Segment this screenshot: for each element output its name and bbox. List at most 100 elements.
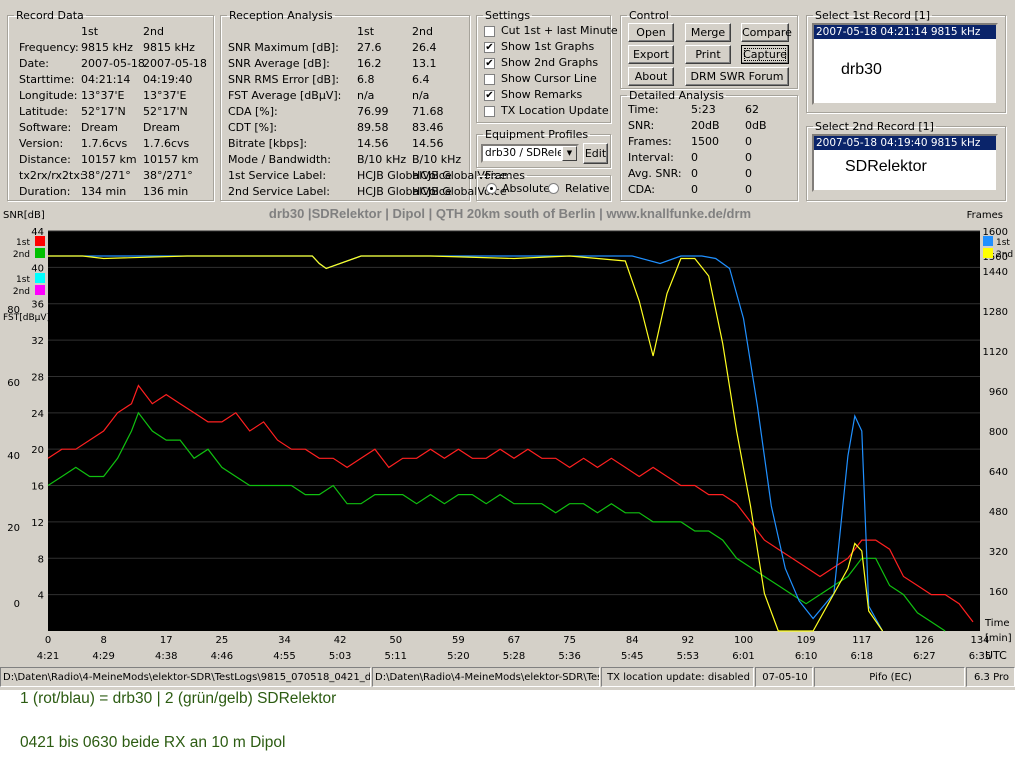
app-window: Record Data 1st 2nd Frequency: 9815 kHz 98… — [0, 0, 1015, 690]
status-tx-update: TX location update: disabled — [601, 667, 754, 687]
reception-row-2-value-2nd: 6.4 — [412, 73, 430, 86]
status-version: 6.3 Pro — [966, 667, 1015, 687]
x-tick-minute: 75 — [563, 635, 576, 646]
reception-row-1-value-1st: 16.2 — [357, 57, 382, 70]
detailed-analysis-title: Detailed Analysis — [629, 89, 724, 102]
x-tick-minute: 42 — [334, 635, 347, 646]
reception-row-6-value-1st: 14.56 — [357, 137, 389, 150]
record-1-listbox[interactable]: 2007-05-18 04:21:14 9815 kHz — [812, 23, 998, 105]
x-tick-time: 5:53 — [677, 651, 699, 662]
x-tick-time: 6:10 — [795, 651, 817, 662]
record-row-8-value-1st: 38°/271° — [81, 169, 131, 182]
x-tick-minute: 59 — [452, 635, 465, 646]
record-row-4-value-1st: 52°17'N — [81, 105, 126, 118]
frames-absolute-radio[interactable] — [486, 183, 497, 194]
settings-checkbox-1[interactable]: ✔ — [484, 42, 495, 53]
edit-profile-button[interactable]: Edit — [583, 143, 608, 164]
record-row-7-value-2nd: 10157 km — [143, 153, 199, 166]
settings-label-3: Show Cursor Line — [501, 72, 597, 85]
settings-checkbox-3[interactable] — [484, 74, 495, 85]
snr-tick-label: 4 — [38, 591, 44, 602]
detailed-row-1-label: SNR: — [628, 119, 655, 132]
x-tick-minute: 67 — [508, 635, 521, 646]
detailed-row-0-value-1st: 5:23 — [691, 103, 716, 116]
snr-tick-label: 40 — [31, 263, 44, 274]
x-tick-minute: 109 — [797, 635, 816, 646]
detailed-row-2-label: Frames: — [628, 135, 672, 148]
merge-button[interactable]: Merge — [685, 23, 731, 42]
frames-tick-label: 1280 — [983, 307, 1008, 318]
reception-row-0-value-2nd: 26.4 — [412, 41, 437, 54]
status-profile: Pifo (EC) — [814, 667, 965, 687]
control-title: Control — [629, 9, 669, 22]
record-1-selected-item[interactable]: 2007-05-18 04:21:14 9815 kHz — [814, 25, 996, 39]
frames-tick-label: 640 — [989, 467, 1008, 478]
reception-row-6-label: Bitrate [kbps]: — [228, 137, 308, 150]
record-1-name: drb30 — [841, 61, 882, 78]
x-tick-minute: 100 — [734, 635, 753, 646]
legend-right-swatch — [983, 236, 993, 246]
export-button[interactable]: Export — [628, 45, 674, 64]
frames-tick-label: 480 — [989, 507, 1008, 518]
record-row-0-value-2nd: 9815 kHz — [143, 41, 195, 54]
x-tick-time: 5:45 — [621, 651, 643, 662]
x-tick-minute: 50 — [389, 635, 402, 646]
settings-checkbox-5[interactable] — [484, 106, 495, 117]
record-row-5-value-2nd: Dream — [143, 121, 180, 134]
x-tick-minute: 84 — [626, 635, 639, 646]
settings-checkbox-2[interactable]: ✔ — [484, 58, 495, 69]
frames-tick-label: 160 — [989, 587, 1008, 598]
record-row-3-value-2nd: 13°37'E — [143, 89, 187, 102]
snr-tick-label: 24 — [31, 409, 44, 420]
equipment-select[interactable]: drb30 / SDRelel ▼ — [481, 144, 579, 163]
reception-row-4-value-1st: 76.99 — [357, 105, 389, 118]
snr-tick-label: 32 — [31, 336, 44, 347]
record-row-6-value-2nd: 1.7.6cvs — [143, 137, 190, 150]
compare-button[interactable]: Compare — [741, 23, 792, 42]
chevron-down-icon[interactable]: ▼ — [562, 146, 577, 161]
drm-swr-forum-button[interactable]: DRM SWR Forum — [685, 67, 789, 86]
frames-tick-label: 320 — [989, 547, 1008, 558]
plot-area[interactable] — [48, 231, 980, 631]
record-col1-header: 1st — [81, 25, 99, 38]
settings-checkbox-0[interactable] — [484, 26, 495, 37]
snr-tick-label: 20 — [31, 445, 44, 456]
reception-col2-header: 2nd — [412, 25, 433, 38]
frames-absolute-label: Absolute — [502, 182, 551, 195]
detailed-row-5-value-2nd: 0 — [745, 183, 752, 196]
legend-left-label: 2nd — [13, 250, 30, 260]
record-2-name: SDRelektor — [845, 158, 927, 175]
detailed-row-3-value-2nd: 0 — [745, 151, 752, 164]
detailed-row-5-value-1st: 0 — [691, 183, 698, 196]
settings-list: Cut 1st + last Minute ✔ Show 1st Graphs ✔ Sh… — [476, 24, 618, 120]
print-button[interactable]: Print — [685, 45, 731, 64]
record-row-1-value-2nd: 2007-05-18 — [143, 57, 207, 70]
frames-relative-radio[interactable] — [548, 183, 559, 194]
reception-row-5-label: CDT [%]: — [228, 121, 278, 134]
detailed-row-4-label: Avg. SNR: — [628, 167, 682, 180]
reception-row-0-value-1st: 27.6 — [357, 41, 382, 54]
settings-label-0: Cut 1st + last Minute — [501, 24, 618, 37]
settings-label-2: Show 2nd Graphs — [501, 56, 599, 69]
x-axis-timezone: UTC — [985, 649, 1007, 662]
capture-button[interactable]: Capture — [741, 45, 789, 64]
about-button[interactable]: About — [628, 67, 674, 86]
reception-row-6-value-2nd: 14.56 — [412, 137, 444, 150]
reception-chart[interactable]: drb30 |SDRelektor | Dipol | QTH 20km sou… — [0, 203, 1015, 665]
open-button[interactable]: Open — [628, 23, 674, 42]
settings-title: Settings — [485, 9, 531, 22]
settings-checkbox-4[interactable]: ✔ — [484, 90, 495, 101]
y-axis-left-label: SNR[dB] — [3, 210, 45, 221]
reception-row-3-value-2nd: n/a — [412, 89, 430, 102]
record-row-2-value-1st: 04:21:14 — [81, 73, 131, 86]
note-line-1: 1 (rot/blau) = drb30 | 2 (grün/gelb) SDR… — [20, 690, 337, 707]
legend-right-label: 1st — [996, 238, 1010, 248]
snr-tick-label: 28 — [31, 372, 44, 383]
record-data-title: Record Data — [16, 9, 84, 22]
x-tick-time: 4:29 — [92, 651, 114, 662]
x-tick-time: 6:27 — [913, 651, 935, 662]
reception-row-1-value-2nd: 13.1 — [412, 57, 437, 70]
record-row-3-label: Longitude: — [19, 89, 78, 102]
record-2-selected-item[interactable]: 2007-05-18 04:19:40 9815 kHz — [814, 136, 996, 150]
settings-label-5: TX Location Update — [501, 104, 609, 117]
